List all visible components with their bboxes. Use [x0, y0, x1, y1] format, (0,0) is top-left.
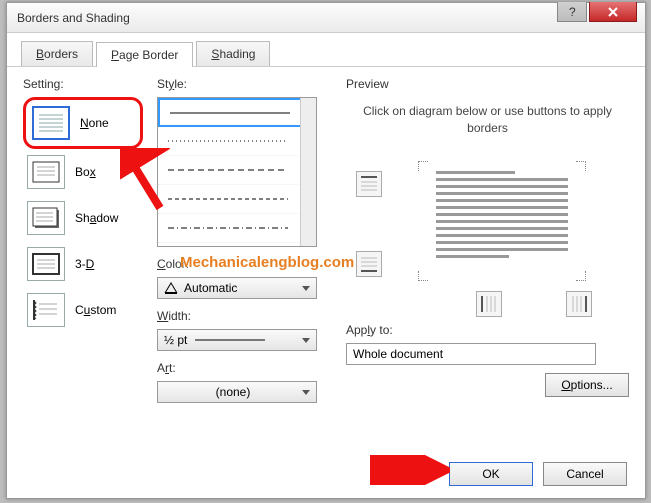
style-option-dotted[interactable] — [158, 127, 316, 156]
style-option-dashed[interactable] — [158, 156, 316, 185]
preview-doc-lines — [436, 171, 568, 262]
border-left-button[interactable] — [476, 291, 502, 317]
art-dropdown[interactable]: (none) — [157, 381, 317, 403]
preview-hint: Click on diagram below or use buttons to… — [346, 97, 629, 151]
setting-shadow-icon — [27, 201, 65, 235]
setting-item-3d[interactable]: 3-D — [23, 241, 143, 287]
titlebar: Borders and Shading ? — [7, 3, 645, 33]
setting-item-label: Shadow — [75, 211, 118, 225]
apply-to-label: Apply to: — [346, 323, 629, 337]
setting-item-label: Box — [75, 165, 96, 179]
preview-document[interactable] — [418, 161, 586, 281]
options-label: Options... — [561, 378, 612, 392]
setting-item-label: None — [80, 116, 109, 130]
setting-none-icon — [32, 106, 70, 140]
setting-box-icon — [27, 155, 65, 189]
tab-shading[interactable]: Shading — [196, 41, 270, 66]
color-label: Color: — [157, 257, 332, 271]
tab-label: Borders — [36, 47, 78, 61]
style-scrollbar[interactable] — [300, 98, 316, 246]
dialog-footer: OK Cancel — [449, 462, 627, 486]
chevron-down-icon — [302, 390, 310, 395]
apply-to-value: Whole document — [353, 347, 443, 361]
style-option-dash-small[interactable] — [158, 185, 316, 214]
setting-3d-icon — [27, 247, 65, 281]
border-bottom-button[interactable] — [356, 251, 382, 277]
border-right-button[interactable] — [566, 291, 592, 317]
borders-shading-dialog: Borders and Shading ? Borders Page Borde… — [6, 2, 646, 499]
art-value: (none) — [216, 385, 251, 399]
ok-button[interactable]: OK — [449, 462, 533, 486]
color-swatch-icon — [164, 282, 178, 294]
svg-text:?: ? — [569, 7, 576, 17]
preview-diagram — [346, 151, 629, 311]
window-title: Borders and Shading — [17, 11, 130, 25]
color-dropdown[interactable]: Automatic — [157, 277, 317, 299]
art-label: Art: — [157, 361, 332, 375]
width-value: ½ pt — [164, 333, 187, 347]
cancel-button[interactable]: Cancel — [543, 462, 627, 486]
color-value: Automatic — [184, 281, 237, 295]
apply-to-dropdown[interactable]: Whole document — [346, 343, 596, 365]
width-dropdown[interactable]: ½ pt — [157, 329, 317, 351]
style-label: Style: — [157, 77, 332, 91]
setting-item-label: Custom — [75, 303, 116, 317]
preview-column: Preview Click on diagram below or use bu… — [346, 77, 629, 403]
border-top-button[interactable] — [356, 171, 382, 197]
width-label: Width: — [157, 309, 332, 323]
dialog-body: Setting: None Box Shadow — [7, 67, 645, 411]
preview-label: Preview — [346, 77, 629, 91]
setting-item-shadow[interactable]: Shadow — [23, 195, 143, 241]
setting-label: Setting: — [23, 77, 143, 91]
setting-custom-icon — [27, 293, 65, 327]
ok-label: OK — [482, 467, 499, 481]
tab-label: Page Border — [111, 48, 178, 62]
cancel-label: Cancel — [566, 467, 603, 481]
setting-item-label: 3-D — [75, 257, 94, 271]
setting-item-custom[interactable]: Custom — [23, 287, 143, 333]
style-listbox[interactable] — [157, 97, 317, 247]
tab-strip: Borders Page Border Shading — [7, 33, 645, 67]
chevron-down-icon — [302, 286, 310, 291]
chevron-down-icon — [302, 338, 310, 343]
style-column: Style: Color: Automatic Width: — [157, 77, 332, 403]
tab-borders[interactable]: Borders — [21, 41, 93, 66]
style-option-dashdot[interactable] — [158, 214, 316, 243]
help-button[interactable]: ? — [557, 2, 587, 22]
close-button[interactable] — [589, 2, 637, 22]
tab-label: Shading — [211, 47, 255, 61]
setting-item-none[interactable]: None — [23, 97, 143, 149]
setting-column: Setting: None Box Shadow — [23, 77, 143, 403]
apply-to-row: Apply to: Whole document Options... — [346, 323, 629, 397]
style-option-solid[interactable] — [158, 98, 316, 127]
tab-page-border[interactable]: Page Border — [96, 42, 193, 67]
window-buttons: ? — [557, 2, 637, 22]
setting-item-box[interactable]: Box — [23, 149, 143, 195]
options-button[interactable]: Options... — [545, 373, 629, 397]
